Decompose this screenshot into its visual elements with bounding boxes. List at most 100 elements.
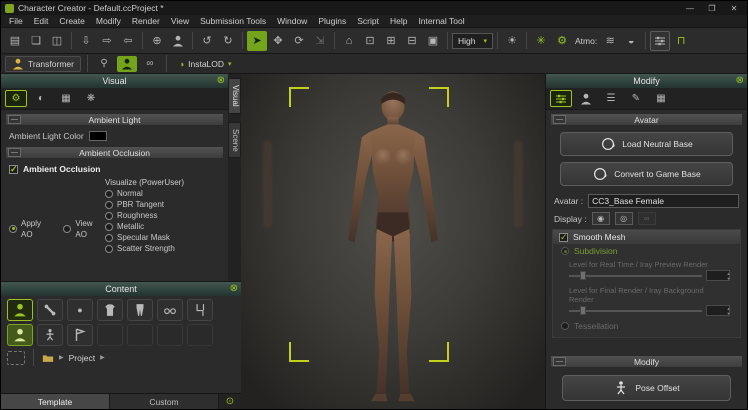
load-neutral-base-button[interactable]: Load Neutral Base — [560, 132, 733, 156]
undo-icon[interactable]: ↺ — [197, 31, 217, 51]
smooth-mesh-checkbox[interactable] — [559, 233, 568, 242]
sun-light-icon[interactable]: ☀ — [502, 31, 522, 51]
menu-help[interactable]: Help — [390, 16, 407, 26]
wand-tool-icon[interactable]: ⚲ — [94, 56, 114, 72]
subcategory-avatar-icon[interactable] — [7, 324, 33, 346]
instalod-button[interactable]: ◑ InstaLOD ▾ — [173, 56, 238, 72]
visualize-option-roughness[interactable]: Roughness — [105, 210, 228, 221]
menu-create[interactable]: Create — [59, 16, 85, 26]
modify-section-header[interactable]: — Modify — [550, 355, 743, 368]
modify-sliders-icon[interactable] — [550, 90, 572, 107]
menu-submission-tools[interactable]: Submission Tools — [200, 16, 266, 26]
send-icon[interactable]: ⇦ — [118, 31, 138, 51]
render-options-icon[interactable]: ⚙ — [5, 90, 27, 107]
visual-panel-header[interactable]: Visual ⊗ — [1, 74, 228, 88]
tab-visual[interactable]: Visual — [228, 78, 241, 114]
smart-search-icon[interactable]: ⊕ — [147, 31, 167, 51]
panel-close-icon[interactable]: ⊗ — [230, 282, 238, 296]
atmosphere-gear-icon[interactable]: ⚙ — [552, 31, 572, 51]
final-render-spinbox[interactable] — [706, 305, 730, 316]
menu-plugins[interactable]: Plugins — [318, 16, 346, 26]
fit-view-icon[interactable]: ⊡ — [360, 31, 380, 51]
category-cloth-icon[interactable] — [97, 299, 123, 321]
visualize-option-pbr-tangent[interactable]: PBR Tangent — [105, 199, 228, 210]
tessellation-radio[interactable] — [561, 322, 569, 330]
select-tool-icon[interactable]: ➤ — [247, 31, 267, 51]
quality-dropdown[interactable]: High ▾ — [452, 33, 493, 49]
view-ao-radio[interactable]: View AO — [63, 223, 105, 234]
rotate-tool-icon[interactable]: ⟳ — [289, 31, 309, 51]
magnet-snap-icon[interactable]: ⊓ — [671, 31, 691, 51]
menu-render[interactable]: Render — [132, 16, 160, 26]
tab-custom[interactable]: Custom — [110, 394, 219, 409]
preview-render-spinbox[interactable] — [706, 270, 730, 281]
render-settings-icon[interactable] — [650, 31, 670, 51]
avatar-name-field[interactable] — [588, 194, 739, 208]
category-material-icon[interactable]: ● — [67, 299, 93, 321]
tab-scene[interactable]: Scene — [228, 122, 241, 159]
collapse-icon[interactable]: — — [553, 115, 566, 124]
modify-morph-icon[interactable]: ☰ — [600, 90, 622, 107]
character-group-icon[interactable] — [117, 56, 137, 72]
preview-render-slider[interactable] — [569, 275, 702, 277]
transformer-button[interactable]: Transformer — [5, 56, 81, 72]
visualize-option-specular-mask[interactable]: Specular Mask — [105, 232, 228, 243]
move-tool-icon[interactable]: ✥ — [268, 31, 288, 51]
visualize-option-metallic[interactable]: Metallic — [105, 221, 228, 232]
category-accessory-icon[interactable] — [157, 299, 183, 321]
camera-view-icon[interactable]: ▣ — [423, 31, 443, 51]
link-tool-icon[interactable]: ∞ — [140, 56, 160, 72]
scale-tool-icon[interactable]: ⇲ — [310, 31, 330, 51]
menu-view[interactable]: View — [171, 16, 189, 26]
display-link-icon[interactable]: ∞ — [638, 212, 656, 225]
zoom-in-icon[interactable]: ⊞ — [381, 31, 401, 51]
content-panel-header[interactable]: Content ⊗ — [1, 282, 241, 296]
zoom-out-icon[interactable]: ⊟ — [402, 31, 422, 51]
ambient-light-section-header[interactable]: — Ambient Light — [5, 113, 224, 126]
visualize-option-scatter-strength[interactable]: Scatter Strength — [105, 243, 228, 254]
display-eye-icon[interactable]: ◉ — [592, 212, 610, 225]
menu-edit[interactable]: Edit — [34, 16, 49, 26]
open-project-icon[interactable]: ❏ — [26, 31, 46, 51]
tab-template[interactable]: Template — [1, 394, 110, 409]
close-button[interactable]: ✕ — [725, 4, 743, 13]
category-pants-icon[interactable] — [127, 299, 153, 321]
subcategory-flag-icon[interactable] — [67, 324, 93, 346]
viewport-3d[interactable] — [241, 74, 545, 409]
menu-file[interactable]: File — [9, 16, 23, 26]
back-slot-icon[interactable] — [7, 351, 25, 365]
home-camera-icon[interactable]: ⌂ — [339, 31, 359, 51]
shadow-options-icon[interactable]: ◐ — [30, 90, 52, 107]
category-skeleton-icon[interactable] — [37, 299, 63, 321]
avatar-section-header[interactable]: — Avatar — [550, 113, 743, 126]
menu-internal-tool[interactable]: Internal Tool — [418, 16, 464, 26]
cloud-icon[interactable]: ◒ — [621, 31, 641, 51]
ambient-occlusion-section-header[interactable]: — Ambient Occlusion — [5, 146, 224, 159]
fog-icon[interactable]: ≋ — [600, 31, 620, 51]
menu-window[interactable]: Window — [277, 16, 307, 26]
export-icon[interactable]: ⇨ — [97, 31, 117, 51]
modify-character-icon[interactable] — [575, 90, 597, 107]
ambient-light-color-swatch[interactable] — [89, 131, 107, 141]
subdivision-radio[interactable] — [561, 247, 569, 255]
category-prop-icon[interactable] — [187, 299, 213, 321]
import-icon[interactable]: ⇩ — [76, 31, 96, 51]
save-project-icon[interactable]: ◫ — [47, 31, 67, 51]
panel-close-icon[interactable]: ⊗ — [736, 74, 744, 88]
content-check-icon[interactable]: ⊙ — [219, 394, 241, 409]
apply-ao-radio[interactable]: Apply AO — [9, 223, 53, 234]
redo-icon[interactable]: ↻ — [218, 31, 238, 51]
character-pose-icon[interactable] — [168, 31, 188, 51]
collapse-icon[interactable]: — — [8, 115, 21, 124]
category-character-icon[interactable] — [7, 299, 33, 321]
collapse-icon[interactable]: — — [8, 148, 21, 157]
menu-modify[interactable]: Modify — [96, 16, 121, 26]
minimize-button[interactable]: — — [681, 4, 699, 13]
collapse-icon[interactable]: — — [553, 357, 566, 366]
modify-panel-header[interactable]: Modify ⊗ — [546, 74, 747, 88]
effects-options-icon[interactable]: ❋ — [80, 90, 102, 107]
breadcrumb-project[interactable]: Project — [69, 353, 95, 363]
display-mask-icon[interactable]: ◎ — [615, 212, 633, 225]
character-model[interactable] — [298, 84, 488, 409]
new-project-icon[interactable]: ▤ — [5, 31, 25, 51]
